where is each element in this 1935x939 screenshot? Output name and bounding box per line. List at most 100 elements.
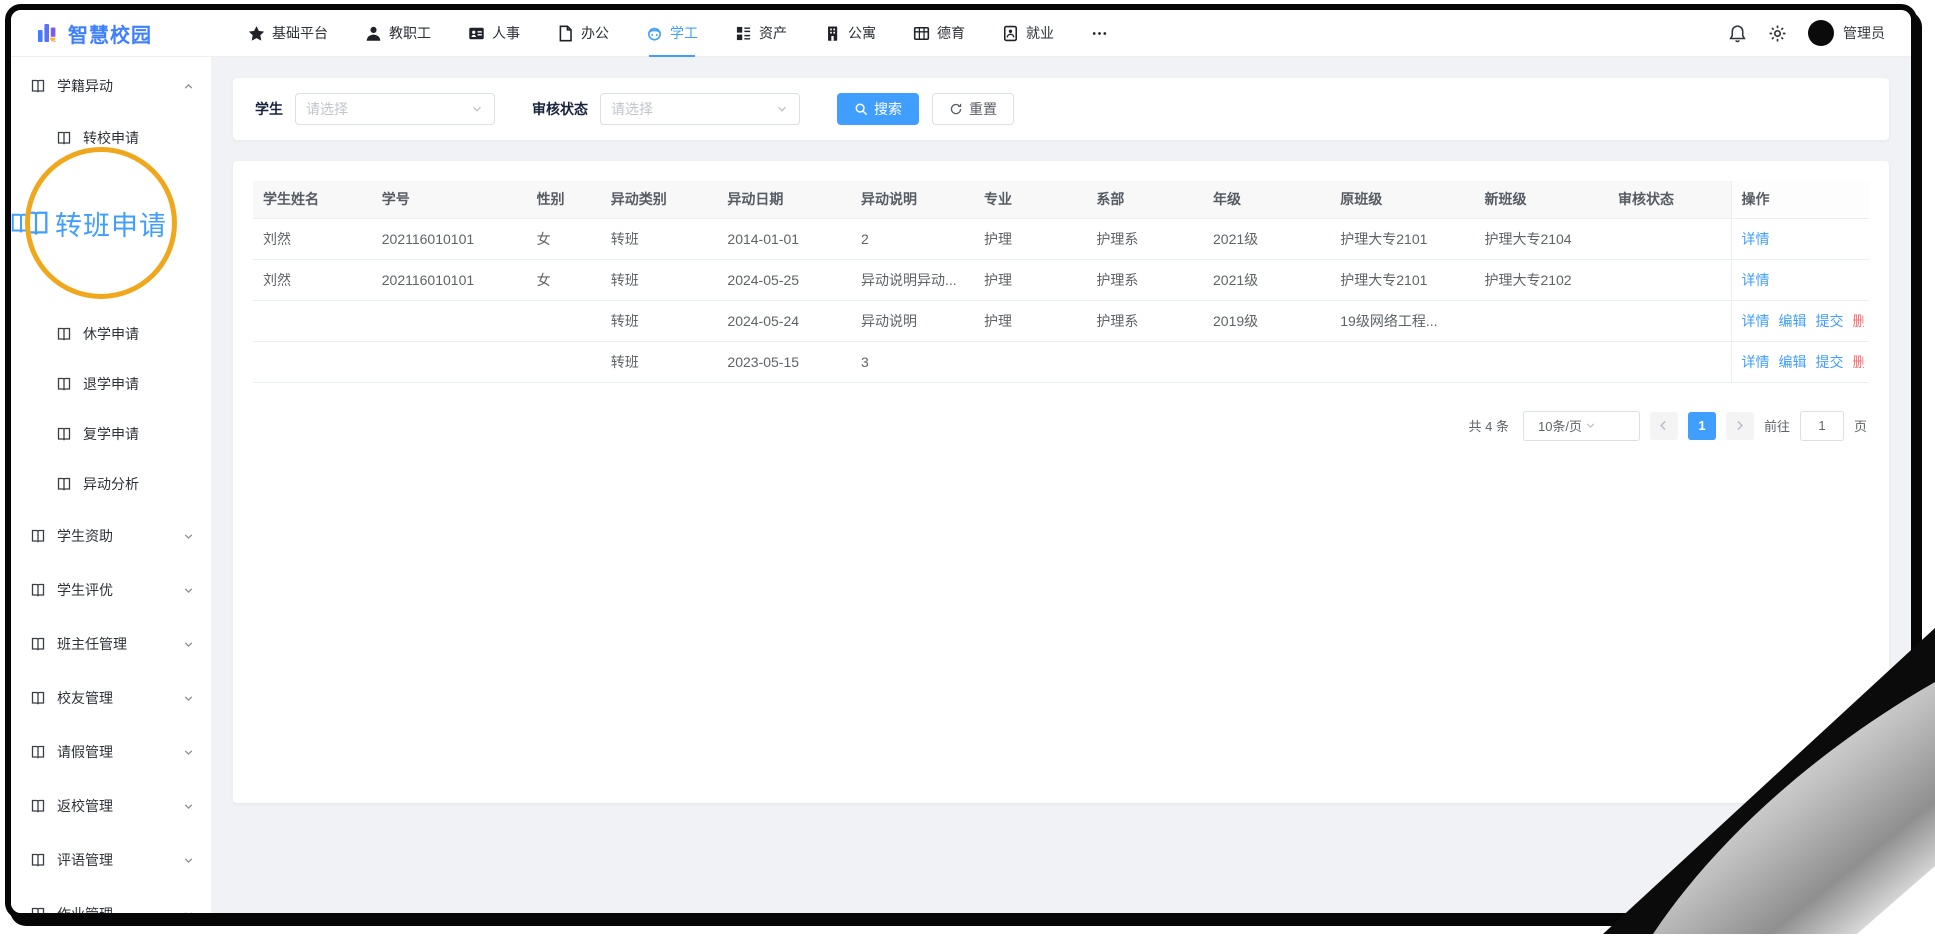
row-action-link[interactable]: 编辑: [1779, 311, 1807, 331]
table-cell: 护理大专2104: [1474, 218, 1609, 260]
row-action-link[interactable]: 详情: [1742, 311, 1770, 331]
page-number-current[interactable]: 1: [1687, 411, 1716, 440]
table-cell: 护理系: [1086, 218, 1204, 260]
table-cell-actions: 详情: [1730, 259, 1869, 301]
table-cell: [1330, 341, 1475, 383]
row-action-link[interactable]: 删除: [1853, 311, 1864, 331]
nav-item-apartment[interactable]: 公寓: [824, 10, 876, 57]
column-header: 原班级: [1330, 181, 1475, 219]
row-action-link[interactable]: 删除: [1853, 352, 1864, 372]
idcard-icon: [468, 25, 485, 42]
nav-item-label: 基础平台: [272, 25, 328, 41]
table-cell-actions: 详情编辑提交删除: [1730, 300, 1869, 342]
star-icon: [248, 25, 265, 42]
nav-item-hr[interactable]: 人事: [468, 10, 520, 57]
chevron-right-icon: [1733, 419, 1746, 432]
book-icon: [30, 906, 46, 913]
sidebar-item-student-aid[interactable]: 学生资助: [11, 509, 211, 563]
table-cell: 3: [851, 341, 974, 383]
nav-item-assets[interactable]: 资产: [735, 10, 787, 57]
column-header: 性别: [526, 181, 601, 219]
table-row: 转班2023-05-153 详情编辑提交删除: [253, 341, 1869, 383]
nav-item-student-affairs[interactable]: 学工: [646, 10, 698, 57]
table-cell: [1474, 300, 1609, 342]
brand-logo-icon: [35, 21, 59, 45]
brand[interactable]: 智慧校园: [35, 19, 210, 48]
row-action-link[interactable]: 详情: [1742, 270, 1770, 290]
book-icon: [30, 636, 46, 652]
table-cell: [1608, 218, 1732, 260]
table-cell: 2014-01-01: [717, 218, 851, 260]
sidebar-item-student-award[interactable]: 学生评优: [11, 563, 211, 617]
row-action-link[interactable]: 详情: [1742, 229, 1770, 249]
column-header: 学生姓名: [253, 181, 372, 219]
row-action-link[interactable]: 详情: [1742, 352, 1770, 372]
sidebar-item-label: 作业管理: [57, 904, 113, 913]
nav-item-employment[interactable]: 就业: [1002, 10, 1054, 57]
sidebar-item-homework[interactable]: 作业管理: [11, 887, 211, 913]
bell-icon[interactable]: [1728, 24, 1747, 43]
column-header: 学号: [371, 181, 527, 219]
goto-page-input[interactable]: [1799, 410, 1844, 441]
chevron-down-icon: [182, 584, 195, 597]
sidebar-item-label: 异动分析: [83, 476, 139, 492]
book-icon: [30, 798, 46, 814]
prev-page-button[interactable]: [1649, 411, 1678, 440]
book-icon: [30, 208, 51, 238]
table-cell: [371, 300, 527, 342]
pagination: 共 4 条 10条/页 1 前往 1 页: [253, 410, 1869, 441]
table-row: 刘然 202116010101 女转班 2024-05-25 异动说明异动... 护理 护理…: [253, 259, 1869, 301]
page-size-select[interactable]: 10条/页: [1522, 410, 1640, 441]
user-name[interactable]: 管理员: [1843, 23, 1885, 43]
status-select[interactable]: 请选择: [600, 93, 800, 125]
document-icon: [557, 24, 574, 42]
sidebar-item-resume[interactable]: 复学申请: [11, 409, 211, 459]
chevron-left-icon: [1657, 419, 1670, 432]
table-cell: 女: [526, 259, 601, 301]
student-icon: [646, 25, 663, 42]
column-header: 异动说明: [851, 181, 974, 219]
row-action-link[interactable]: 编辑: [1779, 352, 1807, 372]
nav-item-moral-education[interactable]: 德育: [913, 10, 965, 57]
row-action-link[interactable]: 提交: [1816, 352, 1844, 372]
sidebar-item-alumni[interactable]: 校友管理: [11, 671, 211, 725]
gear-icon[interactable]: [1768, 24, 1787, 43]
avatar[interactable]: [1808, 20, 1834, 46]
student-select-placeholder: 请选择: [306, 101, 348, 117]
table-cell: 19级网络工程...: [1330, 300, 1475, 342]
sidebar-item-leave[interactable]: 请假管理: [11, 725, 211, 779]
table-cell: 护理: [974, 218, 1087, 260]
sidebar-item-label: 复学申请: [83, 426, 139, 442]
table-cell: 2021级: [1203, 259, 1331, 301]
sidebar-item-label: 退学申请: [83, 376, 139, 392]
annotation-circle-transfer-class[interactable]: 转班申请: [25, 147, 177, 299]
top-nav: 智慧校园 基础平台 教职工 人事 办公 学工 资产 公寓 德育 就业 管理员: [11, 10, 1911, 57]
sidebar-item-label: 班主任管理: [57, 636, 127, 652]
sidebar-item-head-teacher[interactable]: 班主任管理: [11, 617, 211, 671]
student-select[interactable]: 请选择: [295, 93, 495, 125]
table-cell: 202116010101: [371, 218, 527, 260]
next-page-button[interactable]: [1725, 411, 1754, 440]
sidebar-item-return-school[interactable]: 返校管理: [11, 779, 211, 833]
sidebar-item-change-analysis[interactable]: 异动分析: [11, 459, 211, 509]
table-cell: 2024-05-25: [717, 259, 851, 301]
nav-menu: 基础平台 教职工 人事 办公 学工 资产 公寓 德育 就业: [248, 10, 1108, 57]
table-cell: [1608, 300, 1732, 342]
chevron-down-icon: [182, 908, 195, 913]
reset-button[interactable]: 重置: [932, 93, 1014, 125]
nav-item-office[interactable]: 办公: [557, 10, 609, 57]
nav-item-base-platform[interactable]: 基础平台: [248, 10, 328, 57]
chevron-down-icon: [1584, 419, 1631, 432]
chevron-down-icon: [182, 854, 195, 867]
column-header: 年级: [1203, 181, 1331, 219]
column-header: 专业: [974, 181, 1087, 219]
sidebar-item-withdraw[interactable]: 退学申请: [11, 359, 211, 409]
search-button[interactable]: 搜索: [837, 93, 919, 125]
nav-item-more[interactable]: [1091, 10, 1108, 57]
sidebar-item-label: 评语管理: [57, 852, 113, 868]
sidebar-item-suspend[interactable]: 休学申请: [11, 309, 211, 359]
sidebar-item-status-change[interactable]: 学籍异动: [11, 59, 211, 113]
row-action-link[interactable]: 提交: [1816, 311, 1844, 331]
sidebar-item-comments[interactable]: 评语管理: [11, 833, 211, 887]
nav-item-staff[interactable]: 教职工: [365, 10, 431, 57]
